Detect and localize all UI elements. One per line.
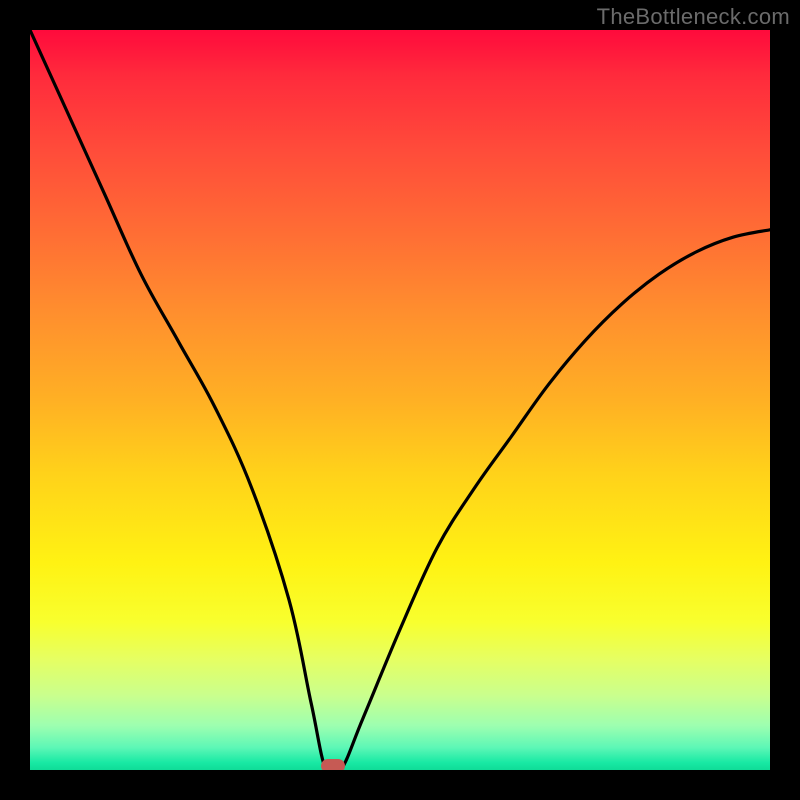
watermark-text: TheBottleneck.com xyxy=(597,4,790,30)
optimum-marker xyxy=(321,759,345,770)
curve-svg xyxy=(30,30,770,770)
bottleneck-curve xyxy=(30,30,770,770)
plot-area xyxy=(30,30,770,770)
chart-frame: TheBottleneck.com xyxy=(0,0,800,800)
